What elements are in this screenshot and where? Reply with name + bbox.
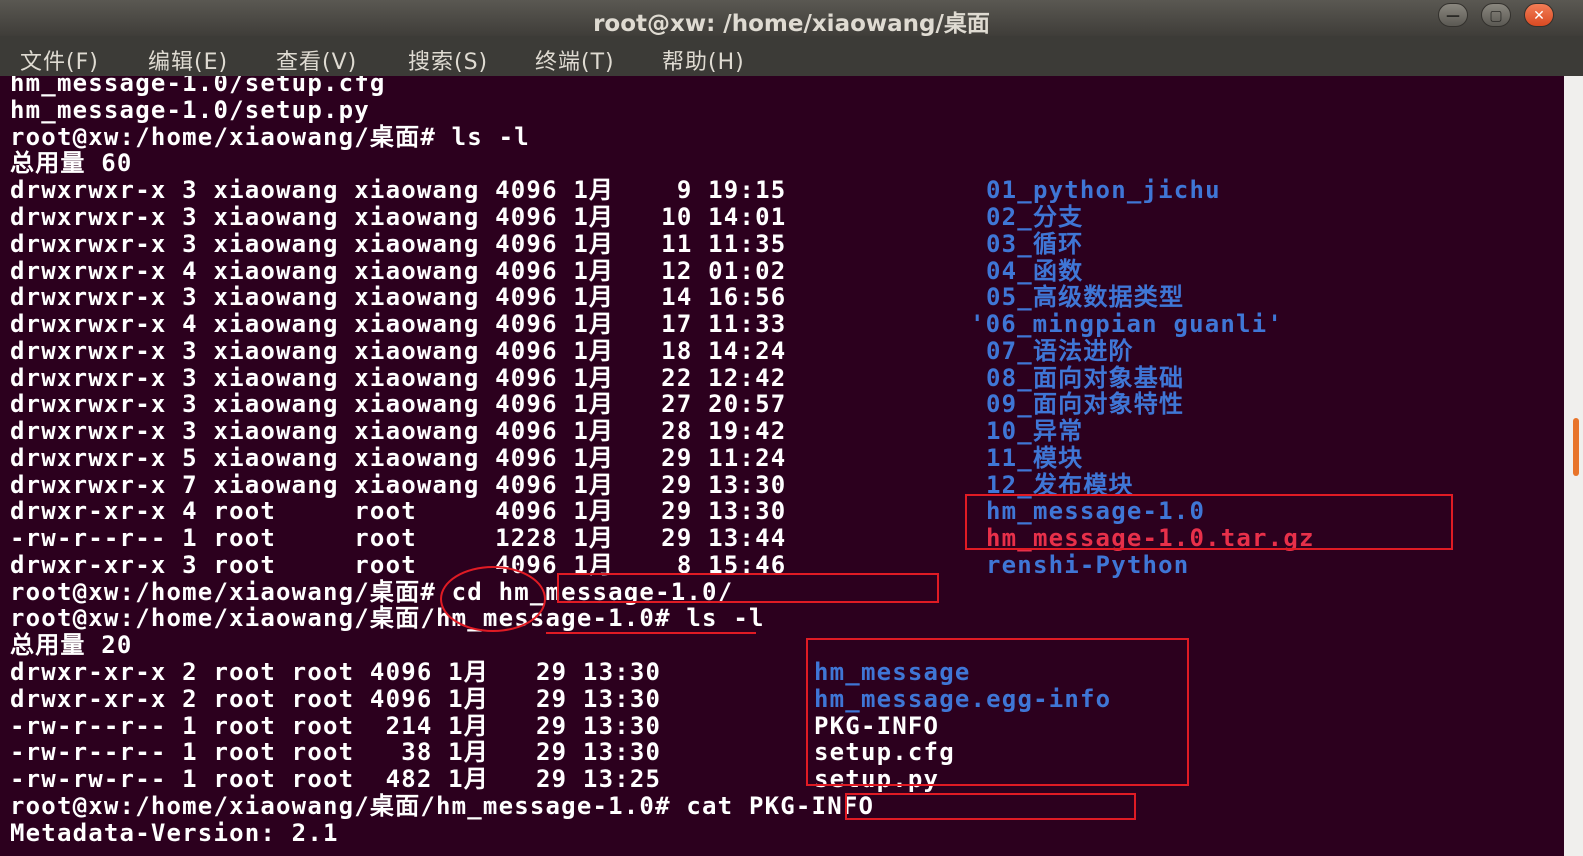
directory-name: 11_模块 <box>986 444 1084 472</box>
listing-row: drwxrwxr-x 3 xiaowang xiaowang 4096 1月 2… <box>10 390 787 418</box>
maximize-button[interactable]: ▢ <box>1481 3 1511 27</box>
directory-name: 07_语法进阶 <box>986 337 1134 365</box>
menu-edit[interactable]: 编辑(E) <box>148 44 228 76</box>
directory-name: 03_循环 <box>986 230 1084 258</box>
directory-name: 10_异常 <box>986 417 1084 445</box>
menu-help[interactable]: 帮助(H) <box>662 44 745 76</box>
terminal-line: hm_message-1.0/setup.py <box>10 96 370 124</box>
directory-name: 09_面向对象特性 <box>986 390 1185 418</box>
annotation-circle-desktop <box>440 566 546 632</box>
listing-row: drwxrwxr-x 3 xiaowang xiaowang 4096 1月 1… <box>10 283 787 311</box>
terminal-line: hm_message-1.0/setup.cfg <box>10 76 386 97</box>
terminal-scrollbar[interactable] <box>1564 76 1583 856</box>
terminal-prompt-line: root@xw:/home/xiaowang/桌面/hm_message-1.0… <box>10 792 875 820</box>
terminal-prompt-line: root@xw:/home/xiaowang/桌面# ls -l <box>10 123 530 151</box>
terminal-output[interactable]: hm_message-1.0/setup.cfg hm_message-1.0/… <box>0 76 1564 856</box>
menu-search[interactable]: 搜索(S) <box>408 44 488 76</box>
listing-row: drwxr-xr-x 2 root root 4096 1月 29 13:30 <box>10 658 662 686</box>
listing-row: drwxrwxr-x 4 xiaowang xiaowang 4096 1月 1… <box>10 257 787 285</box>
terminal-prompt-line: root@xw:/home/xiaowang/桌面/hm_message-1.0… <box>10 604 765 632</box>
annotation-underline-path <box>546 632 756 634</box>
listing-row: drwxrwxr-x 3 xiaowang xiaowang 4096 1月 2… <box>10 417 787 445</box>
directory-name: 04_函数 <box>986 257 1084 285</box>
annotation-box-cat-command <box>845 793 1136 820</box>
close-button[interactable]: ✕ <box>1524 3 1554 27</box>
listing-row: drwxrwxr-x 3 xiaowang xiaowang 4096 1月 2… <box>10 364 787 392</box>
scrollbar-thumb[interactable] <box>1573 418 1579 476</box>
terminal-window: root@xw: /home/xiaowang/桌面 — ▢ ✕ 文件(F) 编… <box>0 0 1583 856</box>
listing-row: drwxrwxr-x 3 xiaowang xiaowang 4096 1月 1… <box>10 337 787 365</box>
listing-row: -rw-r--r-- 1 root root 214 1月 29 13:30 <box>10 712 662 740</box>
listing-row: drwxrwxr-x 4 xiaowang xiaowang 4096 1月 1… <box>10 310 787 338</box>
listing-row: -rw-r--r-- 1 root root 38 1月 29 13:30 <box>10 738 662 766</box>
annotation-box-package-files <box>965 494 1453 550</box>
directory-name: 08_面向对象基础 <box>986 364 1185 392</box>
terminal-line: Metadata-Version: 2.1 <box>10 819 339 847</box>
listing-row: drwxr-xr-x 2 root root 4096 1月 29 13:30 <box>10 685 662 713</box>
menu-view[interactable]: 查看(V) <box>276 44 357 76</box>
menu-file[interactable]: 文件(F) <box>20 44 99 76</box>
window-title: root@xw: /home/xiaowang/桌面 <box>593 11 990 37</box>
listing-row: -rw-r--r-- 1 root root 1228 1月 29 13:44 <box>10 524 787 552</box>
listing-row: -rw-rw-r-- 1 root root 482 1月 29 13:25 <box>10 765 662 793</box>
directory-name: 01_python_jichu <box>986 176 1221 204</box>
title-bar[interactable]: root@xw: /home/xiaowang/桌面 — ▢ ✕ <box>0 0 1583 37</box>
listing-row: drwxrwxr-x 3 xiaowang xiaowang 4096 1月 1… <box>10 203 787 231</box>
listing-row: drwxrwxr-x 5 xiaowang xiaowang 4096 1月 2… <box>10 444 787 472</box>
listing-row: drwxrwxr-x 7 xiaowang xiaowang 4096 1月 2… <box>10 471 787 499</box>
annotation-box-cd-command <box>557 573 939 603</box>
listing-row: drwxr-xr-x 4 root root 4096 1月 29 13:30 <box>10 497 787 525</box>
terminal-line: 总用量 20 <box>10 631 133 659</box>
annotation-box-package-contents <box>806 638 1189 786</box>
minimize-button[interactable]: — <box>1438 3 1468 27</box>
menu-terminal[interactable]: 终端(T) <box>535 44 615 76</box>
terminal-line: 总用量 60 <box>10 149 133 177</box>
listing-row: drwxrwxr-x 3 xiaowang xiaowang 4096 1月 9… <box>10 176 787 204</box>
directory-name: renshi-Python <box>986 551 1190 579</box>
directory-name: 05_高级数据类型 <box>986 283 1185 311</box>
listing-row: drwxrwxr-x 3 xiaowang xiaowang 4096 1月 1… <box>10 230 787 258</box>
directory-name: '06_mingpian guanli' <box>970 310 1283 338</box>
menu-bar: 文件(F) 编辑(E) 查看(V) 搜索(S) 终端(T) 帮助(H) <box>0 36 1583 76</box>
directory-name: 02_分支 <box>986 203 1084 231</box>
